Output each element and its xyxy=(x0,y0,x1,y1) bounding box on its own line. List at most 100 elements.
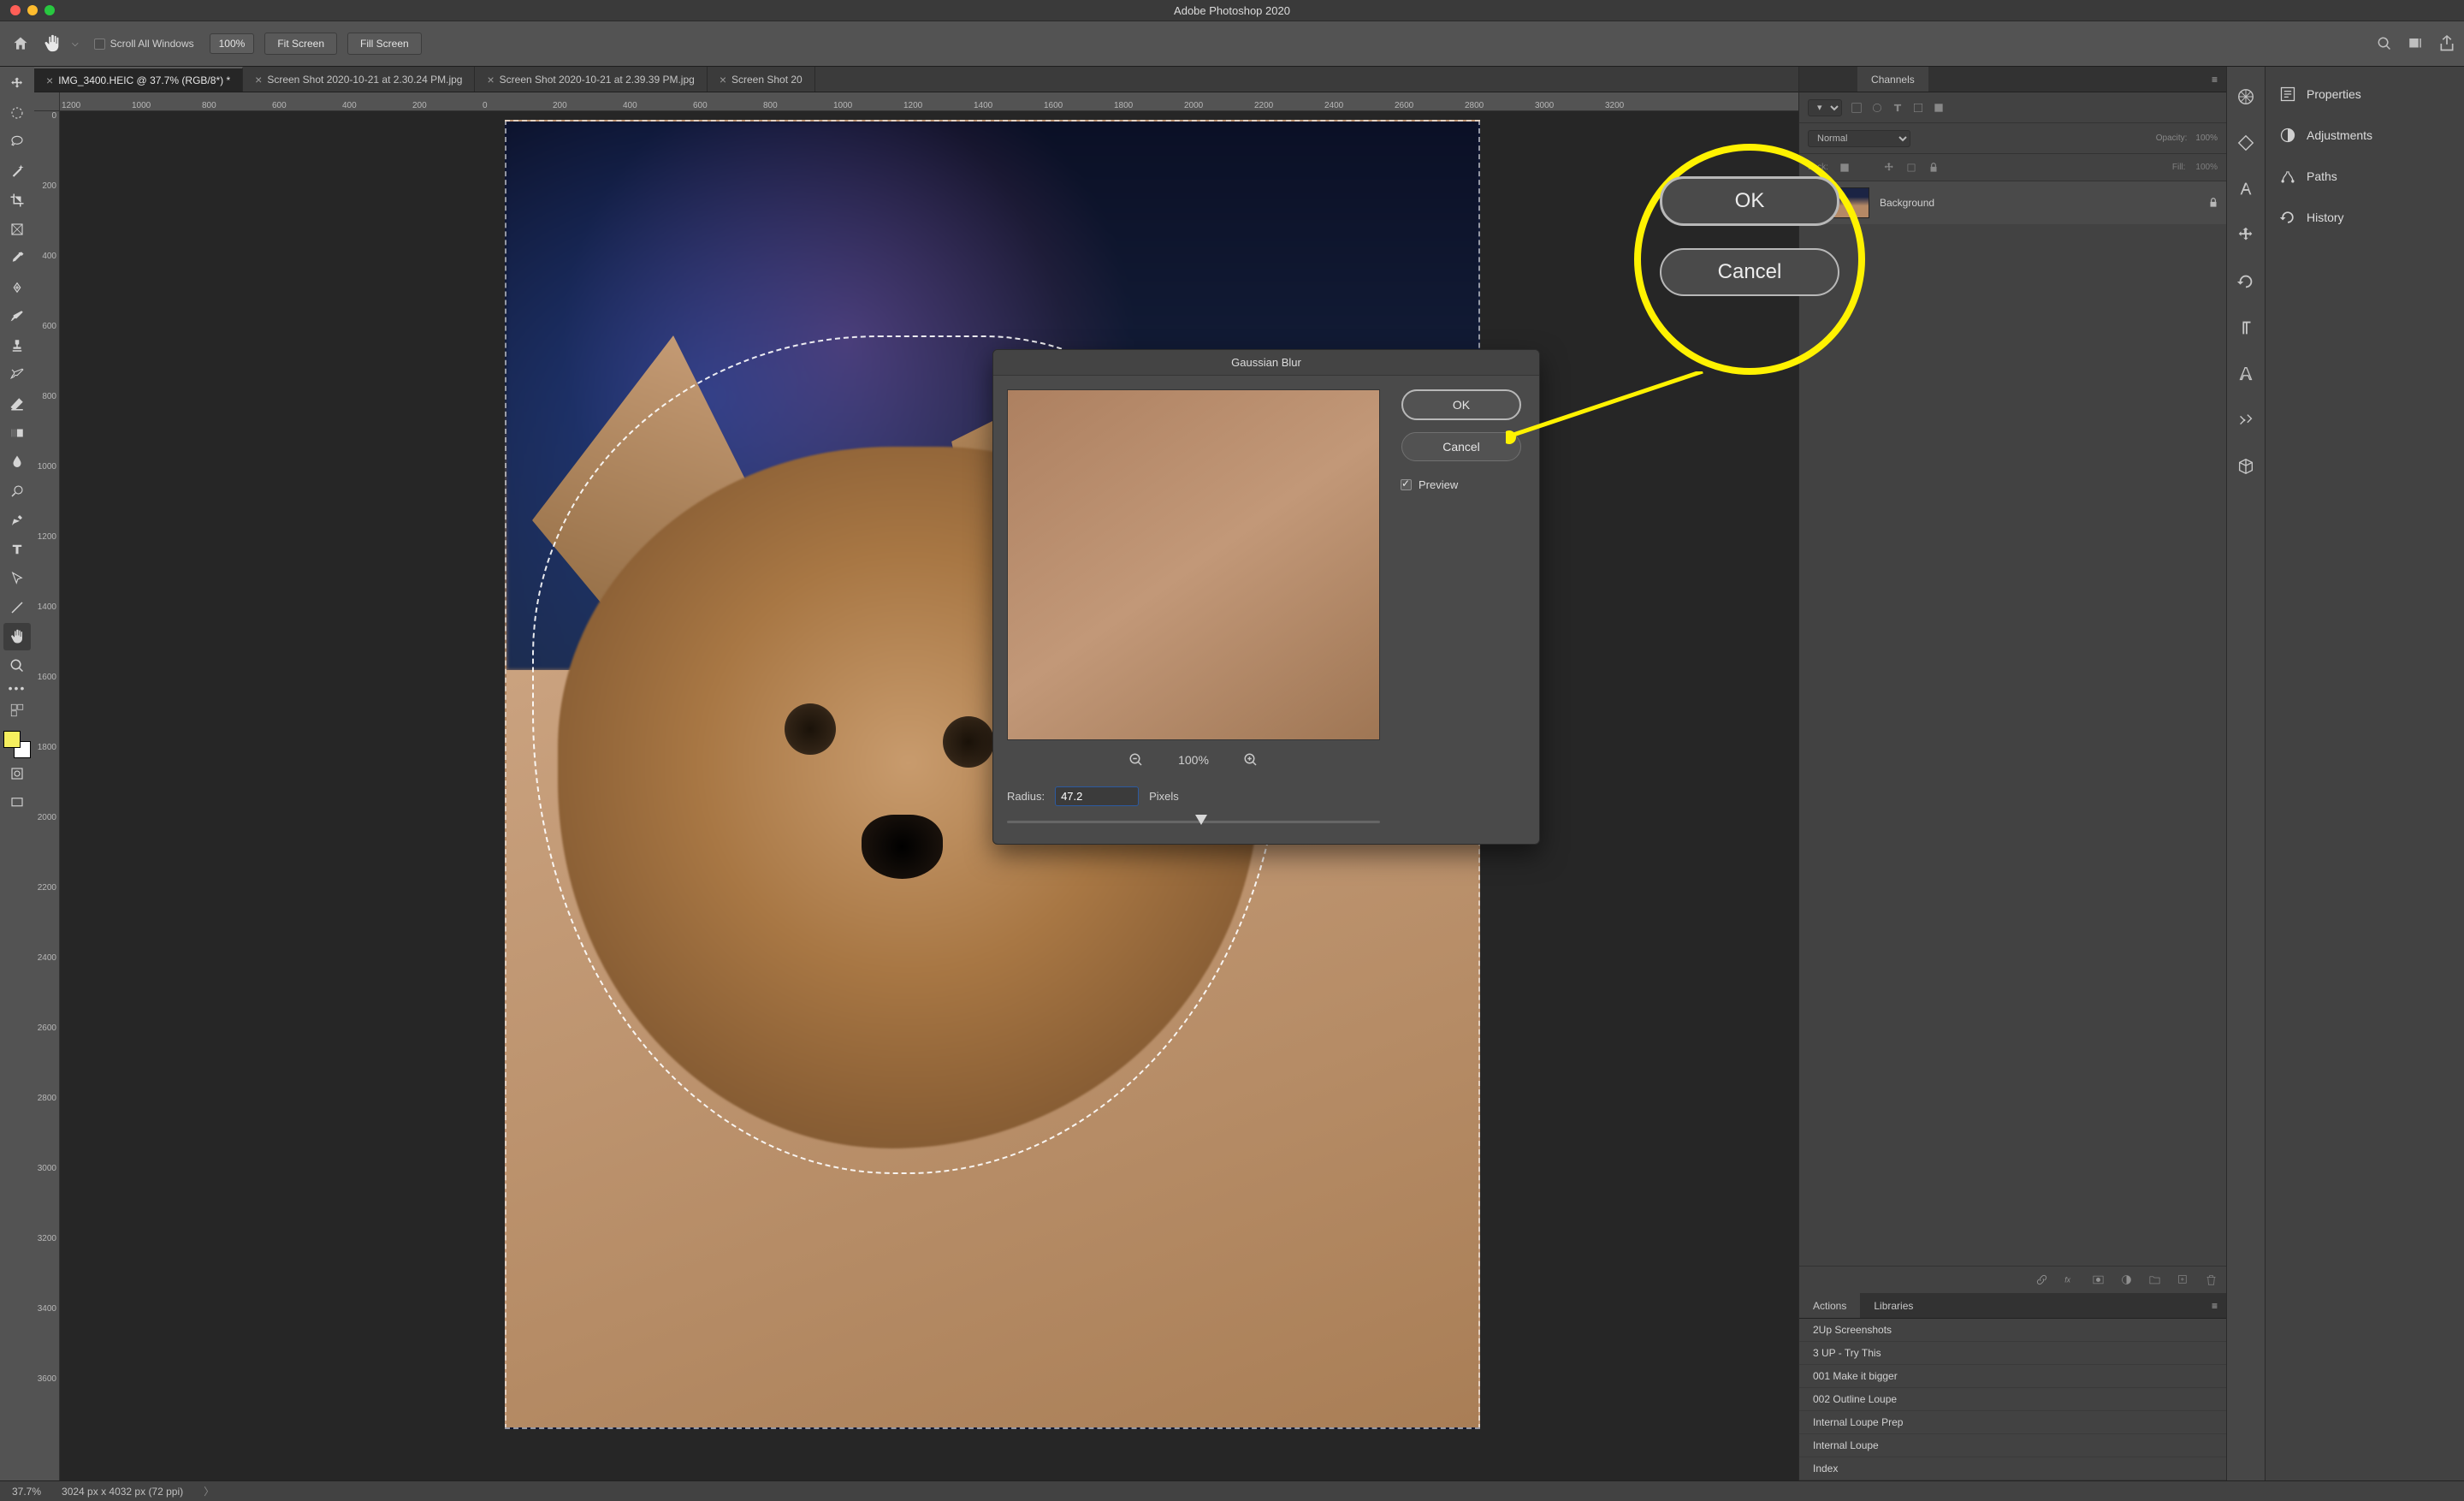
link-icon[interactable] xyxy=(2035,1273,2048,1286)
group-icon[interactable] xyxy=(2148,1273,2161,1286)
layer-item-background[interactable]: Background xyxy=(1799,181,2226,224)
document-tab[interactable]: ×IMG_3400.HEIC @ 37.7% (RGB/8*) * xyxy=(34,67,243,92)
mask-icon[interactable] xyxy=(2092,1273,2105,1286)
tab-channels[interactable]: Channels xyxy=(1857,67,1928,92)
foreground-color-swatch[interactable] xyxy=(3,731,21,748)
maximize-window-button[interactable] xyxy=(44,5,55,15)
panel-paths[interactable]: Paths xyxy=(2266,156,2464,197)
marquee-tool[interactable] xyxy=(3,99,31,127)
lock-pixels-icon[interactable] xyxy=(1861,162,1873,174)
layer-filter-select[interactable]: ▾ xyxy=(1808,99,1842,116)
color-panel-icon[interactable] xyxy=(2236,87,2255,106)
fill-value[interactable]: 100% xyxy=(2195,163,2218,172)
close-icon[interactable]: × xyxy=(46,74,53,87)
undo-history-icon[interactable] xyxy=(2236,272,2255,291)
document-tab[interactable]: ×Screen Shot 2020-10-21 at 2.30.24 PM.jp… xyxy=(243,67,475,92)
filter-type-icon[interactable] xyxy=(1892,102,1904,114)
move-tool[interactable] xyxy=(3,70,31,98)
frame-tool[interactable] xyxy=(3,216,31,243)
healing-tool[interactable] xyxy=(3,274,31,301)
filter-adjust-icon[interactable] xyxy=(1871,102,1883,114)
filter-image-icon[interactable] xyxy=(1851,102,1863,114)
more-tools-icon[interactable]: ••• xyxy=(3,681,31,695)
slider-thumb-icon[interactable] xyxy=(1195,815,1207,825)
eraser-tool[interactable] xyxy=(3,390,31,418)
filter-smart-icon[interactable] xyxy=(1933,102,1945,114)
action-item[interactable]: 3 UP - Try This xyxy=(1799,1342,2226,1365)
type-tool[interactable] xyxy=(3,536,31,563)
3d-panel-icon[interactable] xyxy=(2236,457,2255,476)
trash-icon[interactable] xyxy=(2205,1273,2218,1286)
dodge-tool[interactable] xyxy=(3,478,31,505)
eyedropper-tool[interactable] xyxy=(3,245,31,272)
adjustment-icon[interactable] xyxy=(2120,1273,2133,1286)
tab-libraries[interactable]: Libraries xyxy=(1860,1293,1927,1318)
fill-screen-button[interactable]: Fill Screen xyxy=(347,33,422,55)
zoom-tool[interactable] xyxy=(3,652,31,679)
action-item[interactable]: Internal Loupe Prep xyxy=(1799,1411,2226,1434)
close-icon[interactable]: × xyxy=(255,73,262,86)
swatches-panel-icon[interactable] xyxy=(2236,133,2255,152)
character-panel-icon[interactable] xyxy=(2236,180,2255,199)
gradient-tool[interactable] xyxy=(3,419,31,447)
pen-tool[interactable] xyxy=(3,507,31,534)
workspace-icon[interactable] xyxy=(2408,36,2423,51)
radius-slider[interactable] xyxy=(1007,815,1380,830)
paragraph-panel-icon[interactable] xyxy=(2236,318,2255,337)
filter-shape-icon[interactable] xyxy=(1912,102,1924,114)
lock-position-icon[interactable] xyxy=(1883,162,1895,174)
document-tab[interactable]: ×Screen Shot 2020-10-21 at 2.39.39 PM.jp… xyxy=(475,67,707,92)
lock-all-icon[interactable] xyxy=(1928,162,1940,174)
action-item[interactable]: Internal Loupe xyxy=(1799,1434,2226,1457)
panel-menu-icon[interactable]: ≡ xyxy=(2203,1293,2226,1318)
panel-properties[interactable]: Properties xyxy=(2266,74,2464,115)
glyphs-panel-icon[interactable] xyxy=(2236,365,2255,383)
status-zoom[interactable]: 37.7% xyxy=(12,1486,41,1498)
zoom-out-icon[interactable] xyxy=(1128,752,1144,768)
status-arrow-icon[interactable]: 〉 xyxy=(204,1484,214,1498)
tool-dropdown-arrow-icon[interactable]: ⌵ xyxy=(72,39,79,49)
history-brush-tool[interactable] xyxy=(3,361,31,389)
close-window-button[interactable] xyxy=(10,5,21,15)
search-icon[interactable] xyxy=(2377,36,2392,51)
path-selection-tool[interactable] xyxy=(3,565,31,592)
cancel-button[interactable]: Cancel xyxy=(1401,432,1521,461)
document-tab[interactable]: ×Screen Shot 20 xyxy=(708,67,815,92)
panel-adjustments[interactable]: Adjustments xyxy=(2266,115,2464,156)
quick-mask-button[interactable] xyxy=(3,760,31,787)
lock-transparency-icon[interactable] xyxy=(1839,162,1851,174)
new-layer-icon[interactable] xyxy=(2177,1273,2189,1286)
zoom-level-field[interactable]: 100% xyxy=(210,33,255,54)
fit-screen-button[interactable]: Fit Screen xyxy=(264,33,337,55)
magic-wand-tool[interactable] xyxy=(3,157,31,185)
action-item[interactable]: Index xyxy=(1799,1457,2226,1480)
crop-tool[interactable] xyxy=(3,187,31,214)
line-tool[interactable] xyxy=(3,594,31,621)
action-item[interactable]: 001 Make it bigger xyxy=(1799,1365,2226,1388)
lasso-tool[interactable] xyxy=(3,128,31,156)
panel-menu-icon[interactable]: ≡ xyxy=(2203,67,2226,92)
edit-toolbar-button[interactable] xyxy=(3,697,31,724)
radius-input[interactable] xyxy=(1055,786,1139,806)
brush-tool[interactable] xyxy=(3,303,31,330)
preview-checkbox[interactable]: Preview xyxy=(1397,478,1458,491)
blend-mode-select[interactable]: Normal xyxy=(1808,130,1910,147)
blur-tool[interactable] xyxy=(3,448,31,476)
opacity-value[interactable]: 100% xyxy=(2195,133,2218,143)
screen-mode-button[interactable] xyxy=(3,789,31,816)
ok-button[interactable]: OK xyxy=(1401,389,1521,420)
fx-icon[interactable]: fx xyxy=(2064,1273,2076,1286)
blur-preview[interactable] xyxy=(1007,389,1380,740)
tab-actions[interactable]: Actions xyxy=(1799,1293,1860,1318)
status-doc-info[interactable]: 3024 px x 4032 px (72 ppi) xyxy=(62,1486,183,1498)
action-item[interactable]: 2Up Screenshots xyxy=(1799,1319,2226,1342)
panel-history[interactable]: History xyxy=(2266,197,2464,238)
lock-icon[interactable] xyxy=(2207,197,2219,209)
close-icon[interactable]: × xyxy=(487,73,494,86)
action-item[interactable]: 002 Outline Loupe xyxy=(1799,1388,2226,1411)
stamp-tool[interactable] xyxy=(3,332,31,359)
brushes-panel-icon[interactable] xyxy=(2236,226,2255,245)
close-icon[interactable]: × xyxy=(720,73,726,86)
modify-panel-icon[interactable] xyxy=(2236,411,2255,430)
color-swatches[interactable] xyxy=(3,731,31,758)
